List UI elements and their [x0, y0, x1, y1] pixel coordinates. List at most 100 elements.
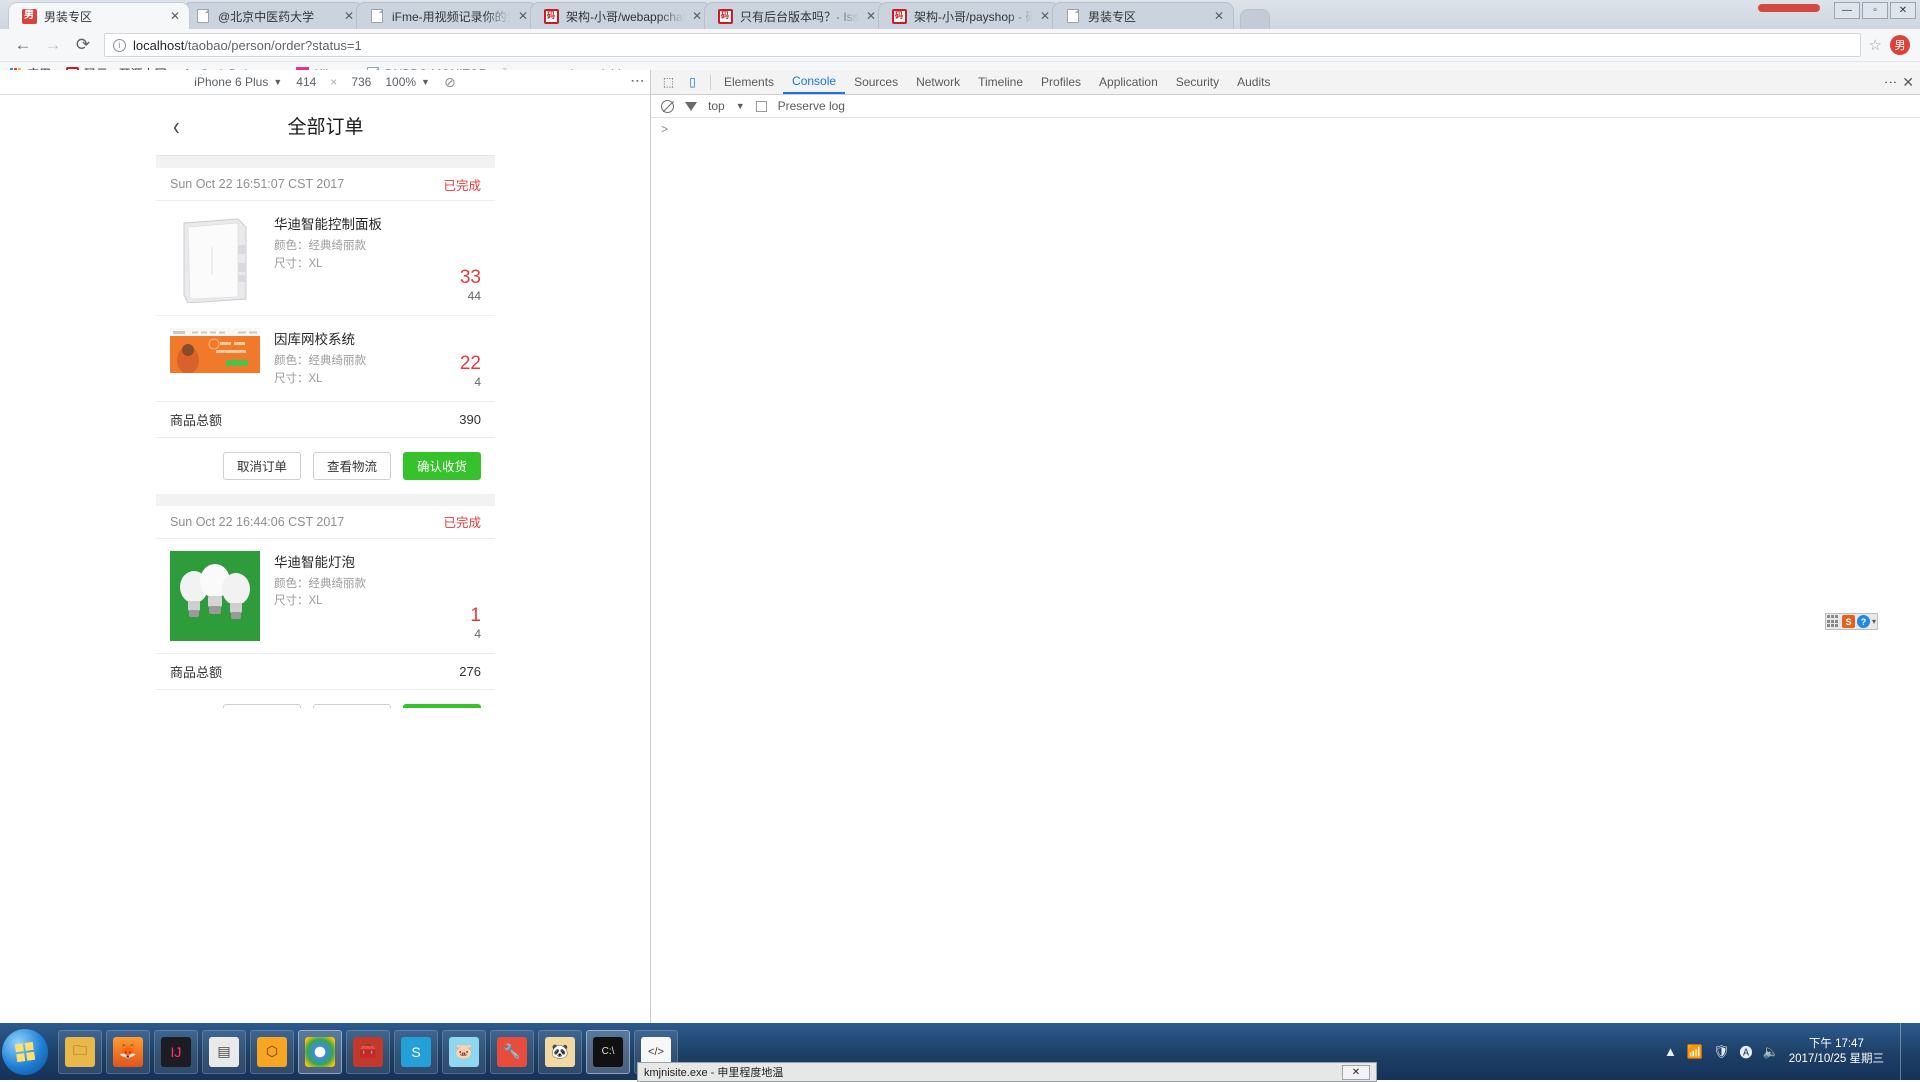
tab-close-icon[interactable]: ✕ [1037, 9, 1053, 23]
viewport-width-input[interactable]: 414 [289, 75, 323, 89]
browser-tab[interactable]: 男装专区 ✕ [1052, 2, 1234, 29]
help-icon[interactable]: ? [1857, 615, 1870, 628]
shield-icon[interactable]: 🛡 [1713, 1044, 1730, 1060]
taskbar-google-chrome[interactable] [298, 1030, 342, 1074]
forward-button[interactable]: → [40, 32, 66, 58]
tab-elements[interactable]: Elements [715, 70, 783, 94]
app-header: ‹ 全部订单 [156, 96, 495, 156]
taskbar-tools-app[interactable]: 🔧 [490, 1030, 534, 1074]
tab-close-icon[interactable]: ✕ [167, 9, 183, 23]
show-desktop-button[interactable] [1900, 1023, 1910, 1080]
item-price: 33 [460, 268, 481, 289]
network-icon[interactable]: 📶 [1687, 1044, 1703, 1060]
console-output[interactable]: > [651, 118, 1920, 1065]
order-item-row[interactable]: 因库网校系统 颜色：经典绮丽款 尺寸：XL 22 4 [156, 316, 495, 402]
browser-tab[interactable]: 码 架构-小哥/payshop - 码 ✕ [878, 2, 1060, 29]
tab-audits[interactable]: Audits [1228, 70, 1279, 94]
address-bar[interactable]: i localhost/taobao/person/order?status=1 [104, 33, 1861, 57]
tab-network[interactable]: Network [907, 70, 969, 94]
taskbar-clock[interactable]: 下午 17:47 2017/10/25 星期三 [1789, 1037, 1884, 1066]
order-item-row[interactable]: 华迪智能控制面板 颜色：经典绮丽款 尺寸：XL 33 44 [156, 201, 495, 316]
browser-tab[interactable]: iFme-用视频记录你的生 ✕ [356, 2, 538, 29]
tab-close-icon[interactable]: ✕ [689, 9, 705, 23]
maximize-button[interactable]: ▫ [1862, 2, 1888, 19]
window-strip-close-icon[interactable]: ✕ [1342, 1065, 1370, 1080]
title-bar-pill [1758, 4, 1820, 12]
start-button[interactable] [2, 1029, 48, 1075]
taskbar-sogou-app[interactable]: S [394, 1030, 438, 1074]
view-logistics-button[interactable]: 查看物流 [313, 704, 391, 708]
tab-security[interactable]: Security [1167, 70, 1228, 94]
clock-date: 2017/10/25 星期三 [1789, 1052, 1884, 1066]
taskbar-file-explorer[interactable]: 🗀 [58, 1030, 102, 1074]
minimize-button[interactable]: — [1834, 2, 1860, 19]
console-context[interactable]: top [708, 99, 725, 113]
taskbar-firefox[interactable]: 🦊 [106, 1030, 150, 1074]
taskbar-honeycomb-app[interactable]: ⬡ [250, 1030, 294, 1074]
back-icon[interactable]: ‹ [173, 113, 180, 139]
viewport-height-input[interactable]: 736 [344, 75, 378, 89]
tab-close-icon[interactable]: ✕ [863, 9, 879, 23]
tab-console[interactable]: Console [783, 70, 845, 94]
back-button[interactable]: ← [10, 32, 36, 58]
viewport-width: 414 [296, 75, 316, 89]
window-title-strip[interactable]: kmjnisite.exe - 申里程度地温 ✕ [637, 1062, 1377, 1082]
item-quantity: 4 [474, 627, 481, 641]
cancel-order-button[interactable]: 取消订单 [223, 704, 301, 708]
sogou-icon[interactable]: S [1842, 615, 1855, 628]
order-header: Sun Oct 22 16:51:07 CST 2017 已完成 [156, 168, 495, 201]
bookmark-star-icon[interactable]: ☆ [1869, 36, 1882, 54]
device-toolbar-more-icon[interactable]: ⋮ [635, 74, 640, 88]
browser-tab[interactable]: 码 架构-小哥/webappchat ✕ [530, 2, 712, 29]
volume-icon[interactable]: 🔈 [1763, 1044, 1779, 1060]
tab-profiles[interactable]: Profiles [1032, 70, 1090, 94]
tab-close-icon[interactable]: ✕ [515, 9, 531, 23]
chevron-down-icon[interactable]: ▾ [1872, 617, 1876, 626]
chevron-down-icon[interactable]: ▼ [736, 101, 745, 111]
throttle-icon[interactable]: ⊘ [437, 74, 463, 91]
chevron-down-icon: ▼ [421, 77, 430, 87]
confirm-receipt-button[interactable]: 确认收货 [403, 704, 481, 708]
filter-icon[interactable] [685, 102, 697, 111]
close-window-button[interactable]: ✕ [1890, 2, 1916, 19]
tab-close-icon[interactable]: ✕ [341, 9, 357, 23]
zoom-selector[interactable]: 100% ▼ [378, 75, 437, 89]
device-toggle-icon[interactable]: ▯ [685, 75, 700, 90]
item-price-block: 1 4 [445, 551, 481, 641]
cancel-order-button[interactable]: 取消订单 [223, 452, 301, 480]
browser-tab[interactable]: 码 只有后台版本吗？· Issue ✕ [704, 2, 886, 29]
taskbar-app-window[interactable]: ▤ [202, 1030, 246, 1074]
preserve-log-checkbox[interactable] [756, 101, 767, 112]
browser-tab[interactable]: 男 男装专区 ✕ [8, 2, 190, 29]
document-icon [195, 8, 211, 24]
devtools-more-icon[interactable]: ⋮ [1888, 76, 1892, 89]
taskbar-toolbox-app[interactable]: 🧰 [346, 1030, 390, 1074]
gitee-icon: 码 [717, 8, 733, 24]
antivirus-icon[interactable]: 🅐 [1740, 1042, 1753, 1061]
tab-sources[interactable]: Sources [845, 70, 907, 94]
view-logistics-button[interactable]: 查看物流 [313, 452, 391, 480]
taskbar-cmd-console[interactable]: C:\ [586, 1030, 630, 1074]
reload-button[interactable]: ⟳ [70, 32, 96, 58]
drag-dots-icon[interactable] [1827, 615, 1840, 628]
clear-console-icon[interactable] [661, 100, 674, 113]
tab-close-icon[interactable]: ✕ [1211, 9, 1227, 23]
profile-avatar[interactable]: 男 [1890, 35, 1910, 55]
tray-expand-icon[interactable]: ▲ [1664, 1044, 1677, 1059]
devtools-close-icon[interactable]: ✕ [1902, 74, 1914, 91]
taskbar-panda-app[interactable]: 🐼 [538, 1030, 582, 1074]
tab-application[interactable]: Application [1090, 70, 1167, 94]
device-selector[interactable]: iPhone 6 Plus ▼ [187, 75, 289, 89]
order-item-row[interactable]: 华迪智能灯泡 颜色：经典绮丽款 尺寸：XL 1 4 [156, 539, 495, 654]
taskbar-intellij-idea[interactable]: IJ [154, 1030, 198, 1074]
cursor-inspect-icon[interactable]: ⬚ [661, 75, 676, 90]
sogou-float-widget[interactable]: S ? ▾ [1825, 613, 1878, 630]
new-tab-button[interactable] [1240, 9, 1270, 29]
confirm-receipt-button[interactable]: 确认收货 [403, 452, 481, 480]
tab-timeline[interactable]: Timeline [969, 70, 1032, 94]
page-info-icon[interactable]: i [113, 39, 126, 52]
windows-taskbar: 🗀 🦊 IJ ▤ ⬡ 🧰 S 🐷 🔧 🐼 C:\ </> kmjnisite.e… [0, 1023, 1920, 1080]
taskbar-pig-app[interactable]: 🐷 [442, 1030, 486, 1074]
browser-tab[interactable]: @北京中医药大学 ✕ [182, 2, 364, 29]
console-prompt[interactable]: > [651, 118, 1920, 142]
